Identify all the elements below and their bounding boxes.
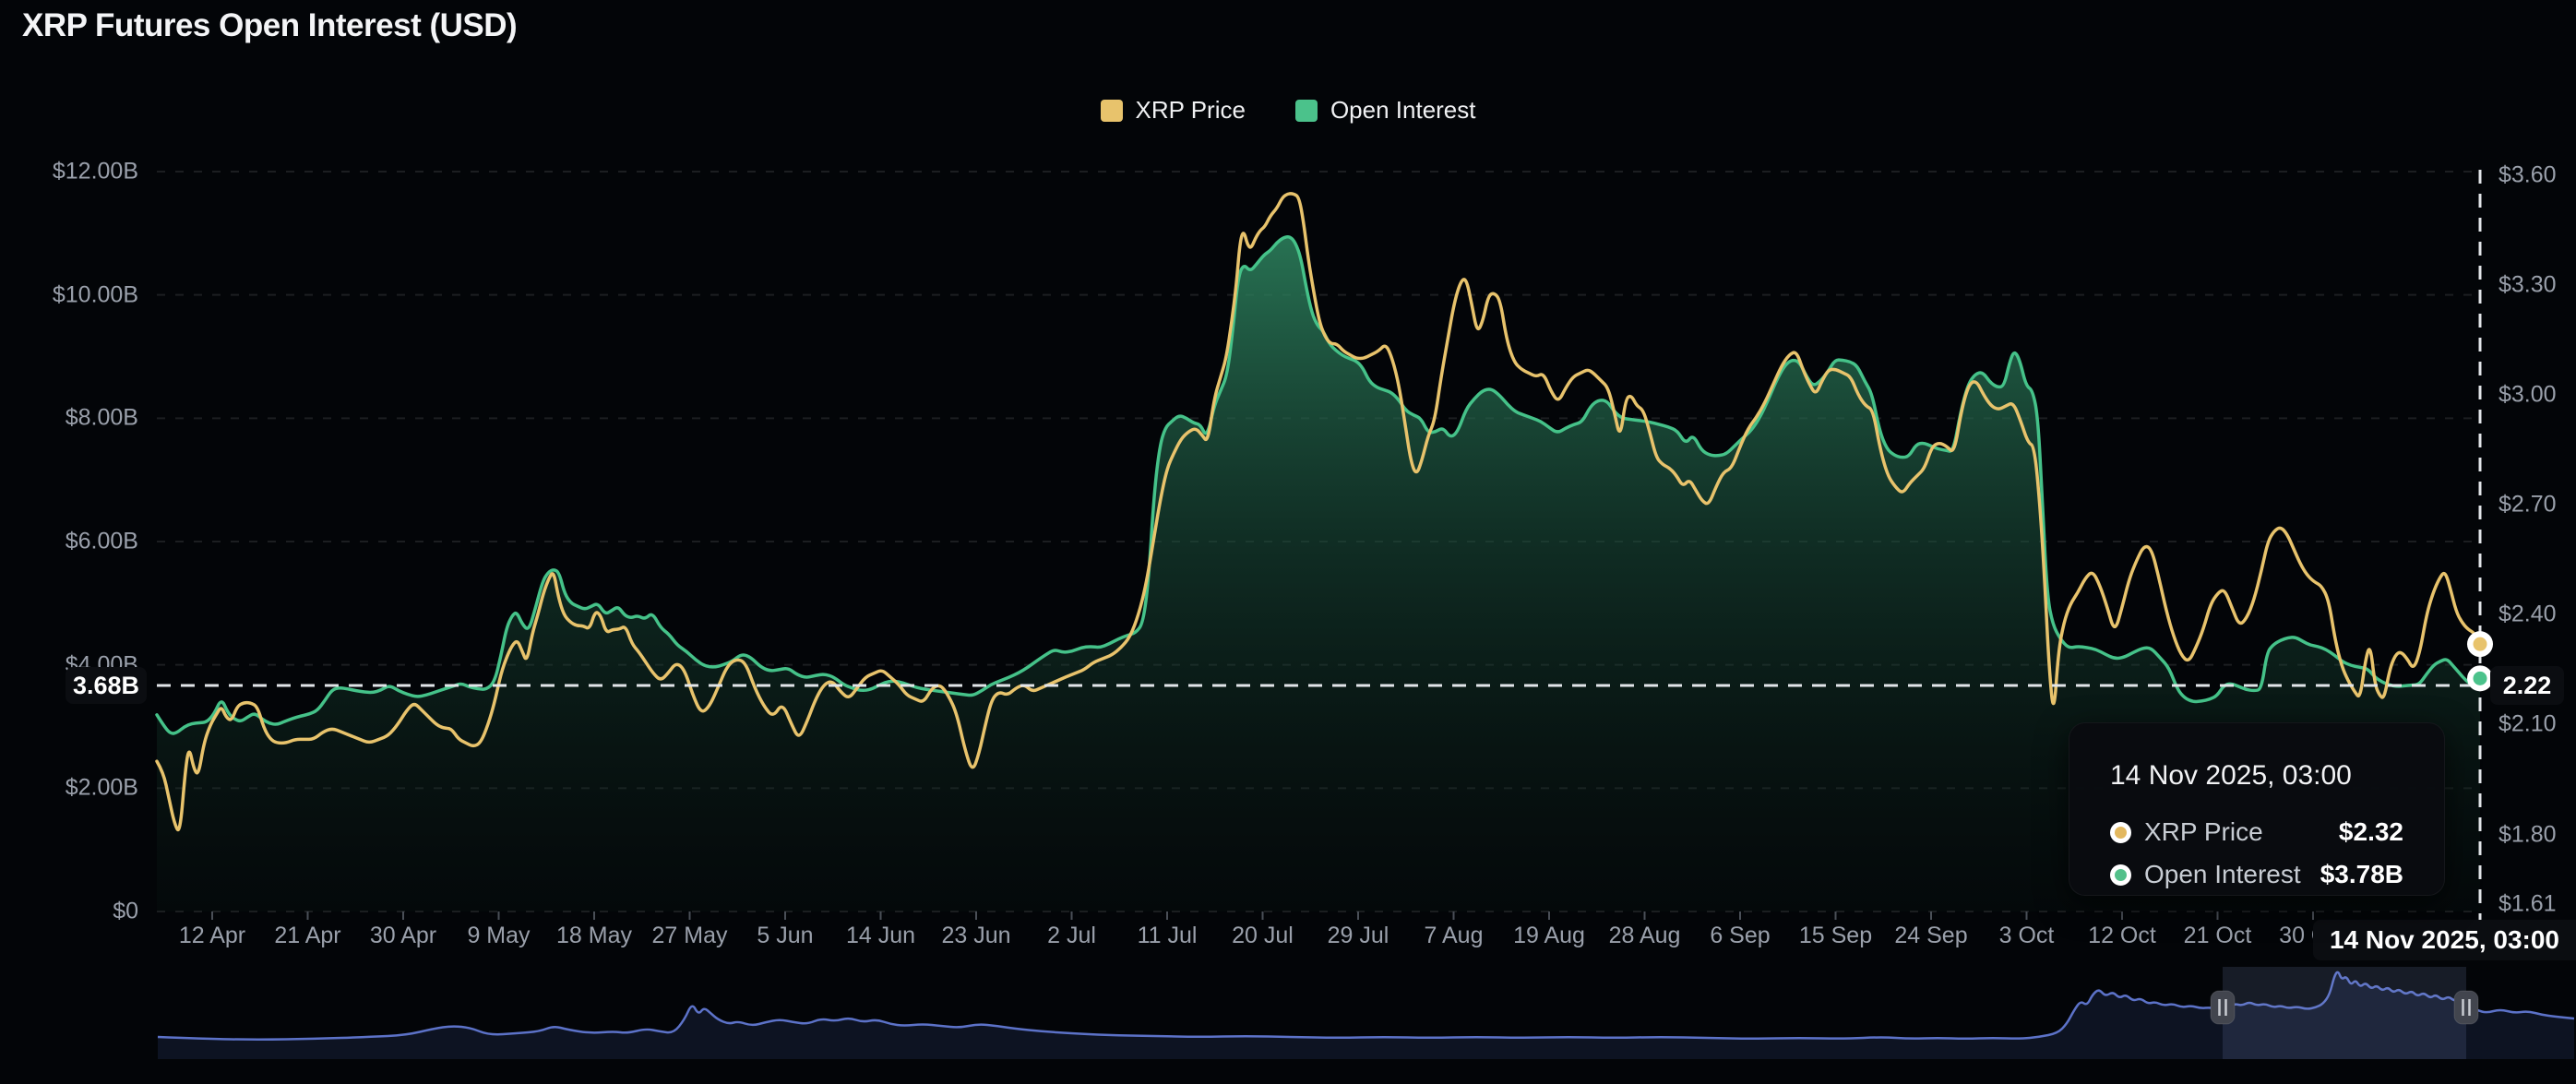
x-axis-label: 27 May	[652, 923, 728, 949]
left-axis-tick-label: $8.00B	[66, 405, 138, 432]
open-interest-marker-core	[2474, 672, 2487, 685]
crosshair-right-value-badge: 2.22	[2490, 666, 2564, 705]
x-axis-label: 28 Aug	[1609, 923, 1681, 949]
x-axis-label: 21 Apr	[274, 923, 340, 949]
left-axis-tick-label: $0	[113, 899, 138, 925]
right-axis-tick-label: $1.61	[2498, 891, 2557, 918]
x-axis-label: 7 Aug	[1425, 923, 1484, 949]
right-axis-tick-label: $2.70	[2498, 492, 2557, 518]
right-axis-tick-label: $1.80	[2498, 821, 2557, 848]
legend-swatch-icon	[1295, 100, 1318, 122]
left-axis-tick-label: $2.00B	[66, 775, 138, 802]
x-axis-label: 19 Aug	[1513, 923, 1585, 949]
x-axis-label: 15 Sep	[1799, 923, 1872, 949]
x-axis-label: 6 Sep	[1710, 923, 1770, 949]
tooltip-title: 14 Nov 2025, 03:00	[2110, 760, 2403, 792]
right-axis-tick-label: $3.30	[2498, 272, 2557, 299]
series-dot-icon	[2110, 822, 2131, 843]
main-chart-canvas[interactable]	[0, 0, 2576, 1084]
crosshair-date-badge: 14 Nov 2025, 03:00	[2313, 920, 2576, 960]
xrp-price-marker-core	[2474, 637, 2487, 651]
legend-swatch-icon	[1101, 100, 1123, 122]
x-axis-label: 9 May	[467, 923, 530, 949]
legend-label: Open Interest	[1330, 96, 1476, 125]
x-axis-label: 21 Oct	[2184, 923, 2252, 949]
x-axis-label: 5 Jun	[757, 923, 813, 949]
x-axis-label: 3 Oct	[1999, 923, 2055, 949]
x-axis-label: 30 Apr	[370, 923, 436, 949]
x-axis-label: 24 Sep	[1894, 923, 1967, 949]
x-axis-label: 12 Oct	[2088, 923, 2156, 949]
tooltip-row-value: $2.32	[2339, 817, 2403, 847]
x-axis-label: 14 Jun	[846, 923, 915, 949]
tooltip-row: XRP Price$2.32	[2110, 817, 2403, 847]
x-axis-label: 2 Jul	[1047, 923, 1096, 949]
legend-item-xrp-price[interactable]: XRP Price	[1101, 96, 1246, 125]
x-axis-label: 18 May	[556, 923, 632, 949]
tooltip-row: Open Interest$3.78B	[2110, 860, 2403, 889]
x-axis-label: 20 Jul	[1232, 923, 1294, 949]
handle-grip-icon[interactable]	[2454, 991, 2478, 1024]
legend: XRP Price Open Interest	[0, 96, 2576, 125]
right-axis-tick-label: $2.10	[2498, 711, 2557, 738]
right-axis-tick-label: $3.60	[2498, 162, 2557, 189]
legend-label: XRP Price	[1136, 96, 1246, 125]
right-axis-tick-label: $3.00	[2498, 382, 2557, 409]
x-axis-label: 11 Jul	[1138, 923, 1198, 949]
page-title: XRP Futures Open Interest (USD)	[22, 7, 517, 44]
x-axis-label: 23 Jun	[941, 923, 1010, 949]
navigator-right-handle[interactable]	[2454, 991, 2478, 1024]
left-axis-tick-label: $12.00B	[53, 159, 138, 185]
tooltip-row-value: $3.78B	[2320, 860, 2403, 889]
tooltip-row-label: Open Interest	[2144, 860, 2320, 889]
legend-item-open-interest[interactable]: Open Interest	[1295, 96, 1476, 125]
tooltip: 14 Nov 2025, 03:00 XRP Price$2.32 Open In…	[2069, 722, 2445, 896]
handle-grip-icon[interactable]	[2211, 991, 2235, 1024]
series-dot-icon	[2110, 864, 2131, 886]
left-axis-tick-label: $10.00B	[53, 281, 138, 308]
crosshair-left-value-badge: 3.68B	[66, 667, 147, 704]
x-axis-label: 29 Jul	[1328, 923, 1389, 949]
tooltip-row-label: XRP Price	[2144, 817, 2339, 847]
navigator[interactable]	[158, 967, 2574, 1059]
navigator-selection[interactable]	[2223, 967, 2466, 1059]
navigator-left-handle[interactable]	[2211, 991, 2235, 1024]
right-axis-tick-label: $2.40	[2498, 602, 2557, 628]
x-axis-label: 12 Apr	[179, 923, 245, 949]
left-axis-tick-label: $6.00B	[66, 529, 138, 555]
chart-panel: XRP Futures Open Interest (USD) XRP Pric…	[0, 0, 2576, 1084]
